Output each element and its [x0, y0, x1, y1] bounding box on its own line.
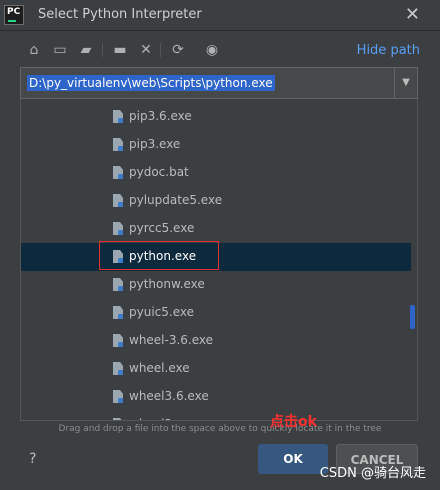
tree-row[interactable]: pip3.exe: [21, 131, 411, 159]
python-file-icon: [113, 390, 123, 403]
path-input[interactable]: D:\py_virtualenv\web\Scripts\python.exe …: [20, 67, 418, 99]
refresh-icon[interactable]: ⟳: [168, 40, 188, 60]
scrollbar[interactable]: [409, 99, 415, 420]
delete-icon[interactable]: ✕: [136, 40, 156, 60]
path-input-value[interactable]: D:\py_virtualenv\web\Scripts\python.exe: [27, 75, 275, 91]
file-tree[interactable]: wheel3... wheel3.6.exe wheel.exe wheel-3.6.…: [20, 99, 418, 421]
hide-path-link[interactable]: Hide path: [357, 43, 420, 58]
file-chooser-toolbar: ⌂ ▭ ▰ ▬ ✕ ⟳ ◉ Hide path: [0, 36, 440, 64]
tree-row[interactable]: pythonw.exe: [21, 271, 411, 299]
python-file-icon: [113, 166, 123, 179]
dialog-title: Select Python Interpreter: [38, 7, 202, 22]
close-icon[interactable]: ✕: [405, 4, 420, 25]
annotation-click-ok: 点击ok: [270, 414, 317, 430]
tree-row[interactable]: python.exe: [21, 241, 411, 271]
tree-row[interactable]: pylupdate5.exe: [21, 187, 411, 215]
python-file-icon: [113, 110, 123, 123]
home-icon[interactable]: ⌂: [24, 40, 44, 60]
tree-row[interactable]: pyrcc5.exe: [21, 215, 411, 243]
tree-row[interactable]: wheel-3.6.exe: [21, 327, 411, 355]
python-file-icon: [113, 138, 123, 151]
tree-row[interactable]: pyuic5.exe: [21, 299, 411, 327]
file-name: wheel-3.6.exe: [129, 333, 214, 347]
python-file-icon: [113, 362, 123, 375]
drag-drop-hint: Drag and drop a file into the space abov…: [58, 424, 382, 434]
file-name: pydoc.bat: [129, 165, 189, 179]
python-file-icon: [113, 334, 123, 347]
selection-highlight-box: [99, 241, 219, 270]
desktop-icon[interactable]: ▭: [50, 40, 70, 60]
file-name: pylupdate5.exe: [129, 193, 223, 207]
file-name: pip3.exe: [129, 137, 181, 151]
file-name: wheel3...: [129, 417, 184, 420]
tree-row[interactable]: wheel3.6.exe: [21, 383, 411, 411]
chevron-down-icon[interactable]: ▼: [394, 68, 417, 98]
tree-row[interactable]: wheel3...: [21, 411, 411, 420]
new-folder-icon[interactable]: ▬: [110, 40, 130, 60]
file-name: pyuic5.exe: [129, 305, 194, 319]
show-hidden-icon[interactable]: ◉: [202, 40, 222, 60]
pycharm-logo-icon: PC: [4, 5, 24, 25]
title-bar: PC Select Python Interpreter ✕: [0, 0, 440, 31]
tree-row[interactable]: wheel.exe: [21, 355, 411, 383]
scrollbar-thumb[interactable]: [410, 305, 415, 329]
file-name: pyrcc5.exe: [129, 221, 195, 235]
file-name: pip3.6.exe: [129, 109, 192, 123]
project-folder-icon[interactable]: ▰: [76, 40, 96, 60]
python-file-icon: [113, 418, 123, 420]
python-file-icon: [113, 306, 123, 319]
watermark: CSDN @骑台风走: [319, 466, 426, 481]
python-file-icon: [113, 222, 123, 235]
file-name: wheel.exe: [129, 361, 190, 375]
python-file-icon: [113, 194, 123, 207]
tree-row[interactable]: pip3.6.exe: [21, 103, 411, 131]
file-name: wheel3.6.exe: [129, 389, 209, 403]
help-button[interactable]: ?: [29, 451, 36, 467]
file-name: pythonw.exe: [129, 277, 205, 291]
python-file-icon: [113, 278, 123, 291]
ok-button[interactable]: OK: [258, 444, 328, 474]
logo-text: PC: [7, 7, 21, 17]
tree-row[interactable]: pydoc.bat: [21, 159, 411, 187]
